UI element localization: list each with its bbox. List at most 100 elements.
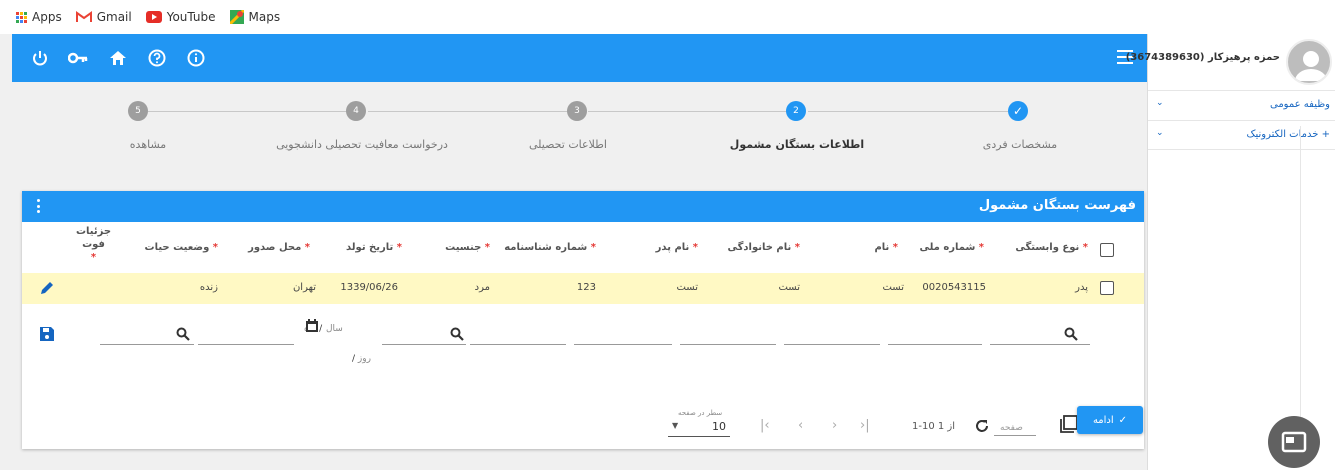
cell-national-id: 0020543115 — [922, 282, 986, 293]
step-2-number[interactable]: 2 — [786, 101, 806, 121]
prev-page-icon[interactable]: ‹ — [798, 418, 803, 433]
bookmark-maps[interactable]: Maps — [229, 10, 281, 24]
col-cert-no[interactable]: شماره شناسنامه * — [504, 242, 596, 253]
col-national-id[interactable]: شماره ملی * — [919, 242, 984, 253]
step-3-number[interactable]: 3 — [567, 101, 587, 121]
bookmark-youtube-label: YouTube — [166, 10, 216, 24]
info-icon[interactable] — [184, 46, 208, 70]
col-life-status-label: وضعیت حیات — [144, 242, 210, 253]
page-input[interactable]: صفحه — [1000, 423, 1023, 433]
home-icon[interactable] — [106, 46, 130, 70]
rows-per-page-label: سطر در صفحه — [678, 409, 723, 417]
col-birth-date-label: تاریخ تولد — [346, 242, 394, 253]
filter-cert-no-field[interactable] — [470, 344, 566, 345]
col-birth-date[interactable]: تاریخ تولد * — [346, 242, 402, 253]
bookmark-youtube[interactable]: YouTube — [145, 10, 216, 24]
step-5-number[interactable]: 5 — [128, 101, 148, 121]
filter-last-name-field[interactable] — [680, 344, 776, 345]
col-national-id-label: شماره ملی — [919, 242, 976, 253]
side-panel: حمزه پرهیزکار (3674389630) ⌄ وظیفه عمومی… — [1126, 34, 1335, 470]
filter-date-year-label: سال — [326, 324, 343, 334]
filter-national-id-field[interactable] — [888, 344, 982, 345]
avatar[interactable] — [1286, 39, 1332, 85]
table-row[interactable]: پدر 0020543115 تست تست تست 123 مرد 1339/… — [22, 273, 1144, 304]
step-1-check-icon[interactable]: ✓ — [1008, 101, 1028, 121]
search-icon[interactable] — [1064, 327, 1078, 341]
next-page-icon[interactable]: › — [832, 418, 837, 433]
col-issue-place[interactable]: محل صدور * — [248, 242, 310, 253]
edit-icon[interactable] — [39, 280, 55, 296]
col-cert-no-label: شماره شناسنامه — [504, 242, 588, 253]
maps-icon — [229, 10, 244, 24]
bookmark-gmail-label: Gmail — [96, 10, 132, 24]
sidebar-item-label: وظیفه عمومی — [1269, 99, 1330, 110]
user-icon — [1295, 51, 1327, 81]
more-vert-icon[interactable] — [37, 199, 41, 213]
col-first-name-label: نام — [874, 242, 890, 253]
picture-in-picture-button[interactable] — [1268, 416, 1320, 468]
bookmark-maps-label: Maps — [248, 10, 281, 24]
youtube-icon — [145, 11, 162, 23]
col-father[interactable]: نام پدر * — [656, 242, 698, 253]
step-connector — [368, 111, 568, 112]
rows-per-page-select[interactable]: 10 — [712, 420, 726, 433]
picture-in-picture-icon — [1281, 431, 1307, 453]
search-icon[interactable] — [450, 327, 464, 341]
col-gender[interactable]: جنسیت * — [445, 242, 490, 253]
col-last-name[interactable]: نام خانوادگی * — [727, 242, 800, 253]
required-mark: * — [692, 242, 698, 253]
cell-issue-place: تهران — [292, 282, 316, 293]
col-first-name[interactable]: نام * — [874, 242, 898, 253]
help-icon[interactable] — [145, 46, 169, 70]
filter-first-name-field[interactable] — [784, 344, 880, 345]
plus-icon: + — [1321, 129, 1330, 140]
sidebar-item-e-services[interactable]: ⌄ خدمات الکترونیک + — [1148, 120, 1335, 150]
filter-date-day[interactable]: / روز — [352, 354, 371, 364]
filter-father-field[interactable] — [574, 344, 672, 345]
row-checkbox[interactable] — [1100, 281, 1114, 295]
select-all-icon[interactable] — [1060, 415, 1078, 433]
sidebar-item-general-duty[interactable]: ⌄ وظیفه عمومی — [1148, 90, 1335, 120]
page-range: 1-10 از 1 — [912, 421, 956, 432]
col-relation-label: نوع وابستگی — [1015, 242, 1080, 253]
search-icon[interactable] — [176, 327, 190, 341]
refresh-icon[interactable] — [974, 418, 990, 434]
page-input-underline — [994, 435, 1036, 436]
step-connector — [588, 111, 788, 112]
stepper: ✓ مشخصات فردی 2 اطلاعات بستگان مشمول 3 ا… — [12, 82, 1147, 182]
required-mark: * — [1082, 242, 1088, 253]
key-icon[interactable] — [66, 46, 90, 70]
filter-relation-field[interactable] — [990, 344, 1090, 345]
power-icon[interactable] — [28, 46, 52, 70]
dropdown-arrow-icon[interactable]: ▼ — [672, 421, 678, 430]
relatives-card: فهرست بستگان مشمول نوع وابستگی * شماره م… — [22, 191, 1144, 449]
continue-label: ادامه — [1092, 414, 1114, 426]
filter-issue-place-field[interactable] — [198, 344, 294, 345]
bookmark-gmail[interactable]: Gmail — [75, 10, 132, 24]
calendar-icon[interactable] — [304, 318, 320, 334]
required-mark: * — [892, 242, 898, 253]
select-all-checkbox[interactable] — [1100, 243, 1114, 257]
last-page-icon[interactable]: ›| — [860, 418, 870, 433]
card-title: فهرست بستگان مشمول — [978, 198, 1136, 213]
step-4-label: درخواست معافیت تحصیلی دانشجویی — [276, 138, 448, 151]
col-death-details-line2: فوت — [82, 239, 105, 250]
col-life-status[interactable]: وضعیت حیات * — [145, 242, 218, 253]
col-death-details[interactable]: جزئیات فوت * — [76, 225, 111, 264]
first-page-icon[interactable]: |‹ — [760, 418, 770, 433]
sidebar-item-e-services-label: خدمات الکترونیک — [1246, 129, 1319, 140]
chevron-down-icon: ⌄ — [1156, 128, 1164, 138]
col-death-details-line1: جزئیات — [76, 226, 112, 237]
bookmark-apps[interactable]: Apps — [16, 10, 62, 24]
cell-relation: پدر — [1075, 282, 1088, 293]
rows-per-page-underline — [668, 436, 730, 437]
step-4-number[interactable]: 4 — [346, 101, 366, 121]
continue-button[interactable]: ادامه ✓ — [1077, 406, 1143, 434]
filter-life-status-field[interactable] — [100, 344, 194, 345]
filter-gender-field[interactable] — [382, 344, 466, 345]
col-relation[interactable]: نوع وابستگی * — [1015, 242, 1088, 253]
filter-date-year[interactable]: سال — [326, 324, 343, 334]
save-icon[interactable] — [39, 326, 55, 342]
user-profile[interactable]: حمزه پرهیزکار (3674389630) — [1126, 34, 1335, 90]
date-separator: / — [352, 354, 356, 364]
